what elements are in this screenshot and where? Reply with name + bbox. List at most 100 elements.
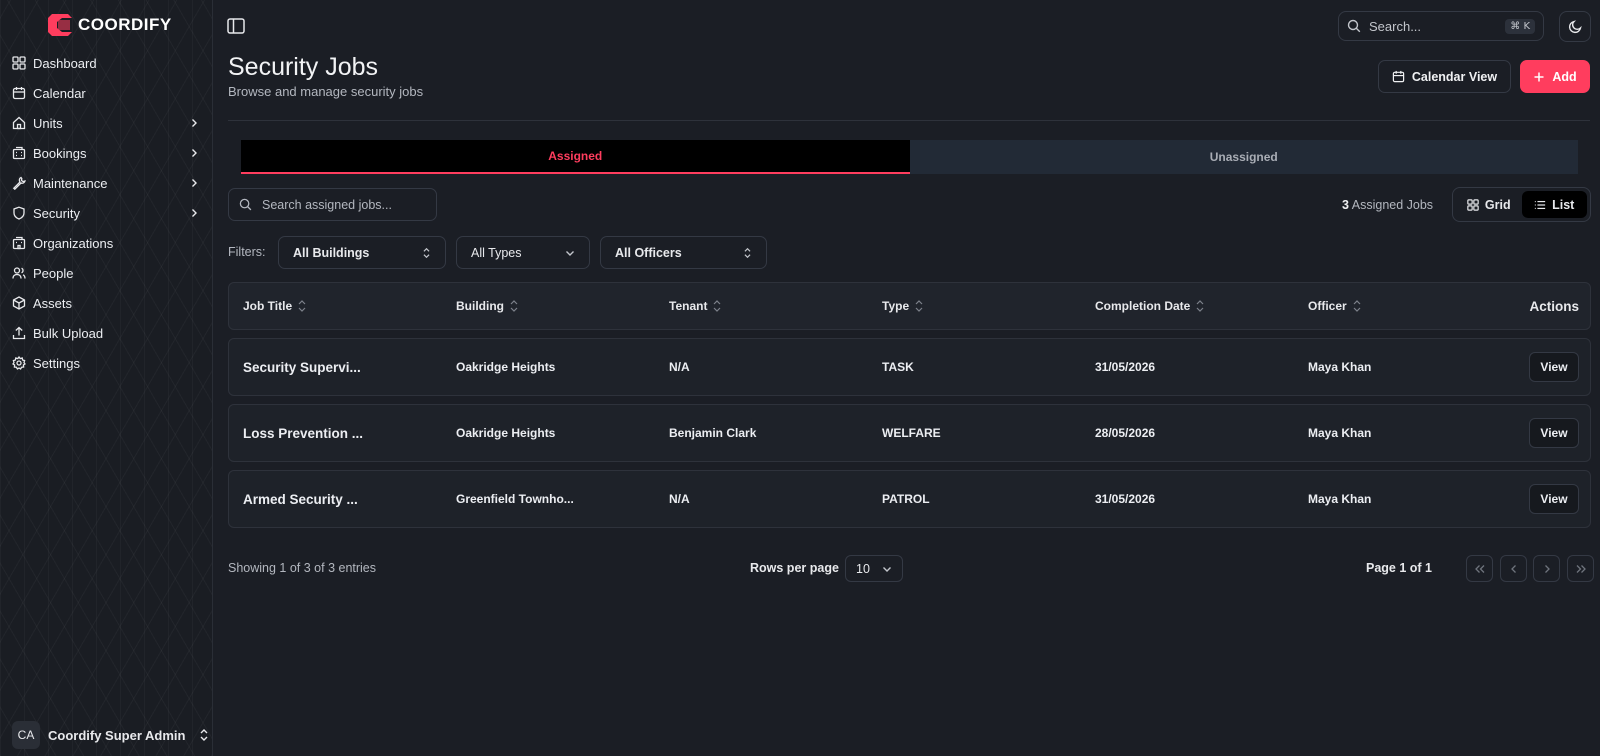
page-subtitle: Browse and manage security jobs xyxy=(228,84,424,99)
column-header-tenant[interactable]: Tenant xyxy=(655,299,868,313)
sidebar-item-calendar[interactable]: Calendar xyxy=(0,78,213,108)
calendar-icon xyxy=(12,86,26,100)
chevrons-right-icon xyxy=(1575,564,1587,574)
jobs-table: Job Title Building Tenant Type Completio… xyxy=(228,282,1591,536)
logo-mark-icon xyxy=(48,12,72,38)
first-page-button[interactable] xyxy=(1466,555,1493,582)
chevron-right-icon xyxy=(189,208,199,218)
cell-job-title: Security Supervi... xyxy=(243,359,361,375)
sort-icon xyxy=(510,299,518,313)
building-icon xyxy=(12,146,26,160)
next-page-button[interactable] xyxy=(1533,555,1560,582)
sidebar-item-units[interactable]: Units xyxy=(0,108,213,138)
cell-tenant: N/A xyxy=(669,360,690,374)
sidebar-item-security[interactable]: Security xyxy=(0,198,213,228)
page-info: Page 1 of 1 xyxy=(1366,561,1432,575)
rows-per-page-label: Rows per page xyxy=(750,561,839,575)
sidebar-item-assets[interactable]: Assets xyxy=(0,288,213,318)
view-button[interactable]: View xyxy=(1529,484,1579,514)
cell-completion-date: 28/05/2026 xyxy=(1095,426,1156,440)
view-button[interactable]: View xyxy=(1529,352,1579,382)
cell-building: Greenfield Townho... xyxy=(456,492,574,506)
user-menu[interactable]: CA Coordify Super Admin xyxy=(12,721,209,749)
cell-actions: View xyxy=(1444,418,1592,448)
wrench-icon xyxy=(12,176,26,190)
types-filter-select[interactable]: All Types xyxy=(456,236,590,269)
sidebar-item-organizations[interactable]: Organizations xyxy=(0,228,213,258)
grid-icon xyxy=(12,56,26,70)
gear-icon xyxy=(12,356,26,370)
rows-per-page-select[interactable]: 10 xyxy=(845,555,903,582)
sidebar-item-label: People xyxy=(33,265,74,281)
list-view-button[interactable]: List xyxy=(1521,191,1587,218)
sidebar-toggle-button[interactable] xyxy=(226,16,246,36)
cell-type: PATROL xyxy=(882,492,930,506)
grid-label: Grid xyxy=(1484,197,1511,212)
shield-icon xyxy=(12,206,26,220)
view-button[interactable]: View xyxy=(1529,418,1579,448)
search-icon xyxy=(1347,19,1361,33)
list-label: List xyxy=(1552,197,1575,212)
officers-filter-value: All Officers xyxy=(615,245,682,260)
sidebar-item-bulk-upload[interactable]: Bulk Upload xyxy=(0,318,213,348)
home-icon xyxy=(12,116,26,130)
sidebar-item-settings[interactable]: Settings xyxy=(0,348,213,378)
table-row[interactable]: Loss Prevention ... Oakridge Heights Ben… xyxy=(228,404,1591,462)
officers-filter-select[interactable]: All Officers xyxy=(600,236,767,269)
view-toggle: Grid List xyxy=(1452,187,1591,222)
table-row[interactable]: Security Supervi... Oakridge Heights N/A… xyxy=(228,338,1591,396)
buildings-filter-select[interactable]: All Buildings xyxy=(278,236,446,269)
cell-tenant: Benjamin Clark xyxy=(669,426,757,440)
filters-label: Filters: xyxy=(228,245,266,259)
sidebar-item-label: Security xyxy=(33,205,80,221)
cell-completion-date: 31/05/2026 xyxy=(1095,492,1156,506)
tab-unassigned[interactable]: Unassigned xyxy=(909,140,1578,174)
column-header-completion-date[interactable]: Completion Date xyxy=(1081,299,1294,313)
column-header-building[interactable]: Building xyxy=(442,299,655,313)
sidebar-item-people[interactable]: People xyxy=(0,258,213,288)
sidebar-item-bookings[interactable]: Bookings xyxy=(0,138,213,168)
organization-icon xyxy=(12,236,26,250)
brand-name: COORDIFY xyxy=(78,15,172,34)
logo[interactable]: COORDIFY xyxy=(48,12,172,38)
panel-left-icon xyxy=(226,16,246,36)
column-label: Building xyxy=(456,299,504,313)
sidebar-item-label: Maintenance xyxy=(33,175,108,191)
cell-actions: View xyxy=(1444,352,1592,382)
column-label: Job Title xyxy=(243,299,293,313)
rows-per-page-value: 10 xyxy=(856,561,870,576)
previous-page-button[interactable] xyxy=(1500,555,1527,582)
sort-icon xyxy=(915,299,923,313)
sidebar-item-label: Assets xyxy=(33,295,73,311)
add-button[interactable]: Add xyxy=(1520,60,1590,93)
sort-icon xyxy=(713,299,721,313)
sidebar-item-maintenance[interactable]: Maintenance xyxy=(0,168,213,198)
page-title: Security Jobs xyxy=(228,53,379,81)
last-page-button[interactable] xyxy=(1567,555,1594,582)
calendar-view-button[interactable]: Calendar View xyxy=(1378,60,1511,93)
tab-assigned[interactable]: Assigned xyxy=(241,140,910,174)
jobs-search-input[interactable]: Search assigned jobs... xyxy=(228,188,437,221)
box-icon xyxy=(12,296,26,310)
table-row[interactable]: Armed Security ... Greenfield Townho... … xyxy=(228,470,1591,528)
chevron-right-icon xyxy=(1542,564,1552,574)
count-label: Assigned Jobs xyxy=(1351,198,1434,212)
sidebar-item-dashboard[interactable]: Dashboard xyxy=(0,48,213,78)
entries-summary: Showing 1 of 3 of 3 entries xyxy=(228,561,377,575)
count-number: 3 xyxy=(1342,198,1349,212)
column-header-officer[interactable]: Officer xyxy=(1294,299,1444,313)
cell-officer: Maya Khan xyxy=(1308,426,1372,440)
column-header-actions: Actions xyxy=(1529,298,1579,314)
cell-job-title: Armed Security ... xyxy=(243,491,358,507)
header-divider xyxy=(228,120,1590,121)
theme-toggle-button[interactable] xyxy=(1559,11,1591,42)
cell-building: Oakridge Heights xyxy=(456,360,556,374)
table-header: Job Title Building Tenant Type Completio… xyxy=(228,282,1591,330)
grid-view-button[interactable]: Grid xyxy=(1456,191,1522,218)
sidebar-nav: Dashboard Calendar Units Bookings Mainte… xyxy=(0,48,213,378)
global-search[interactable]: Search... ⌘ K xyxy=(1338,11,1544,41)
search-placeholder: Search... xyxy=(1369,18,1422,34)
column-header-type[interactable]: Type xyxy=(868,299,1081,313)
column-header-job-title[interactable]: Job Title xyxy=(229,299,442,313)
cell-officer: Maya Khan xyxy=(1308,360,1372,374)
